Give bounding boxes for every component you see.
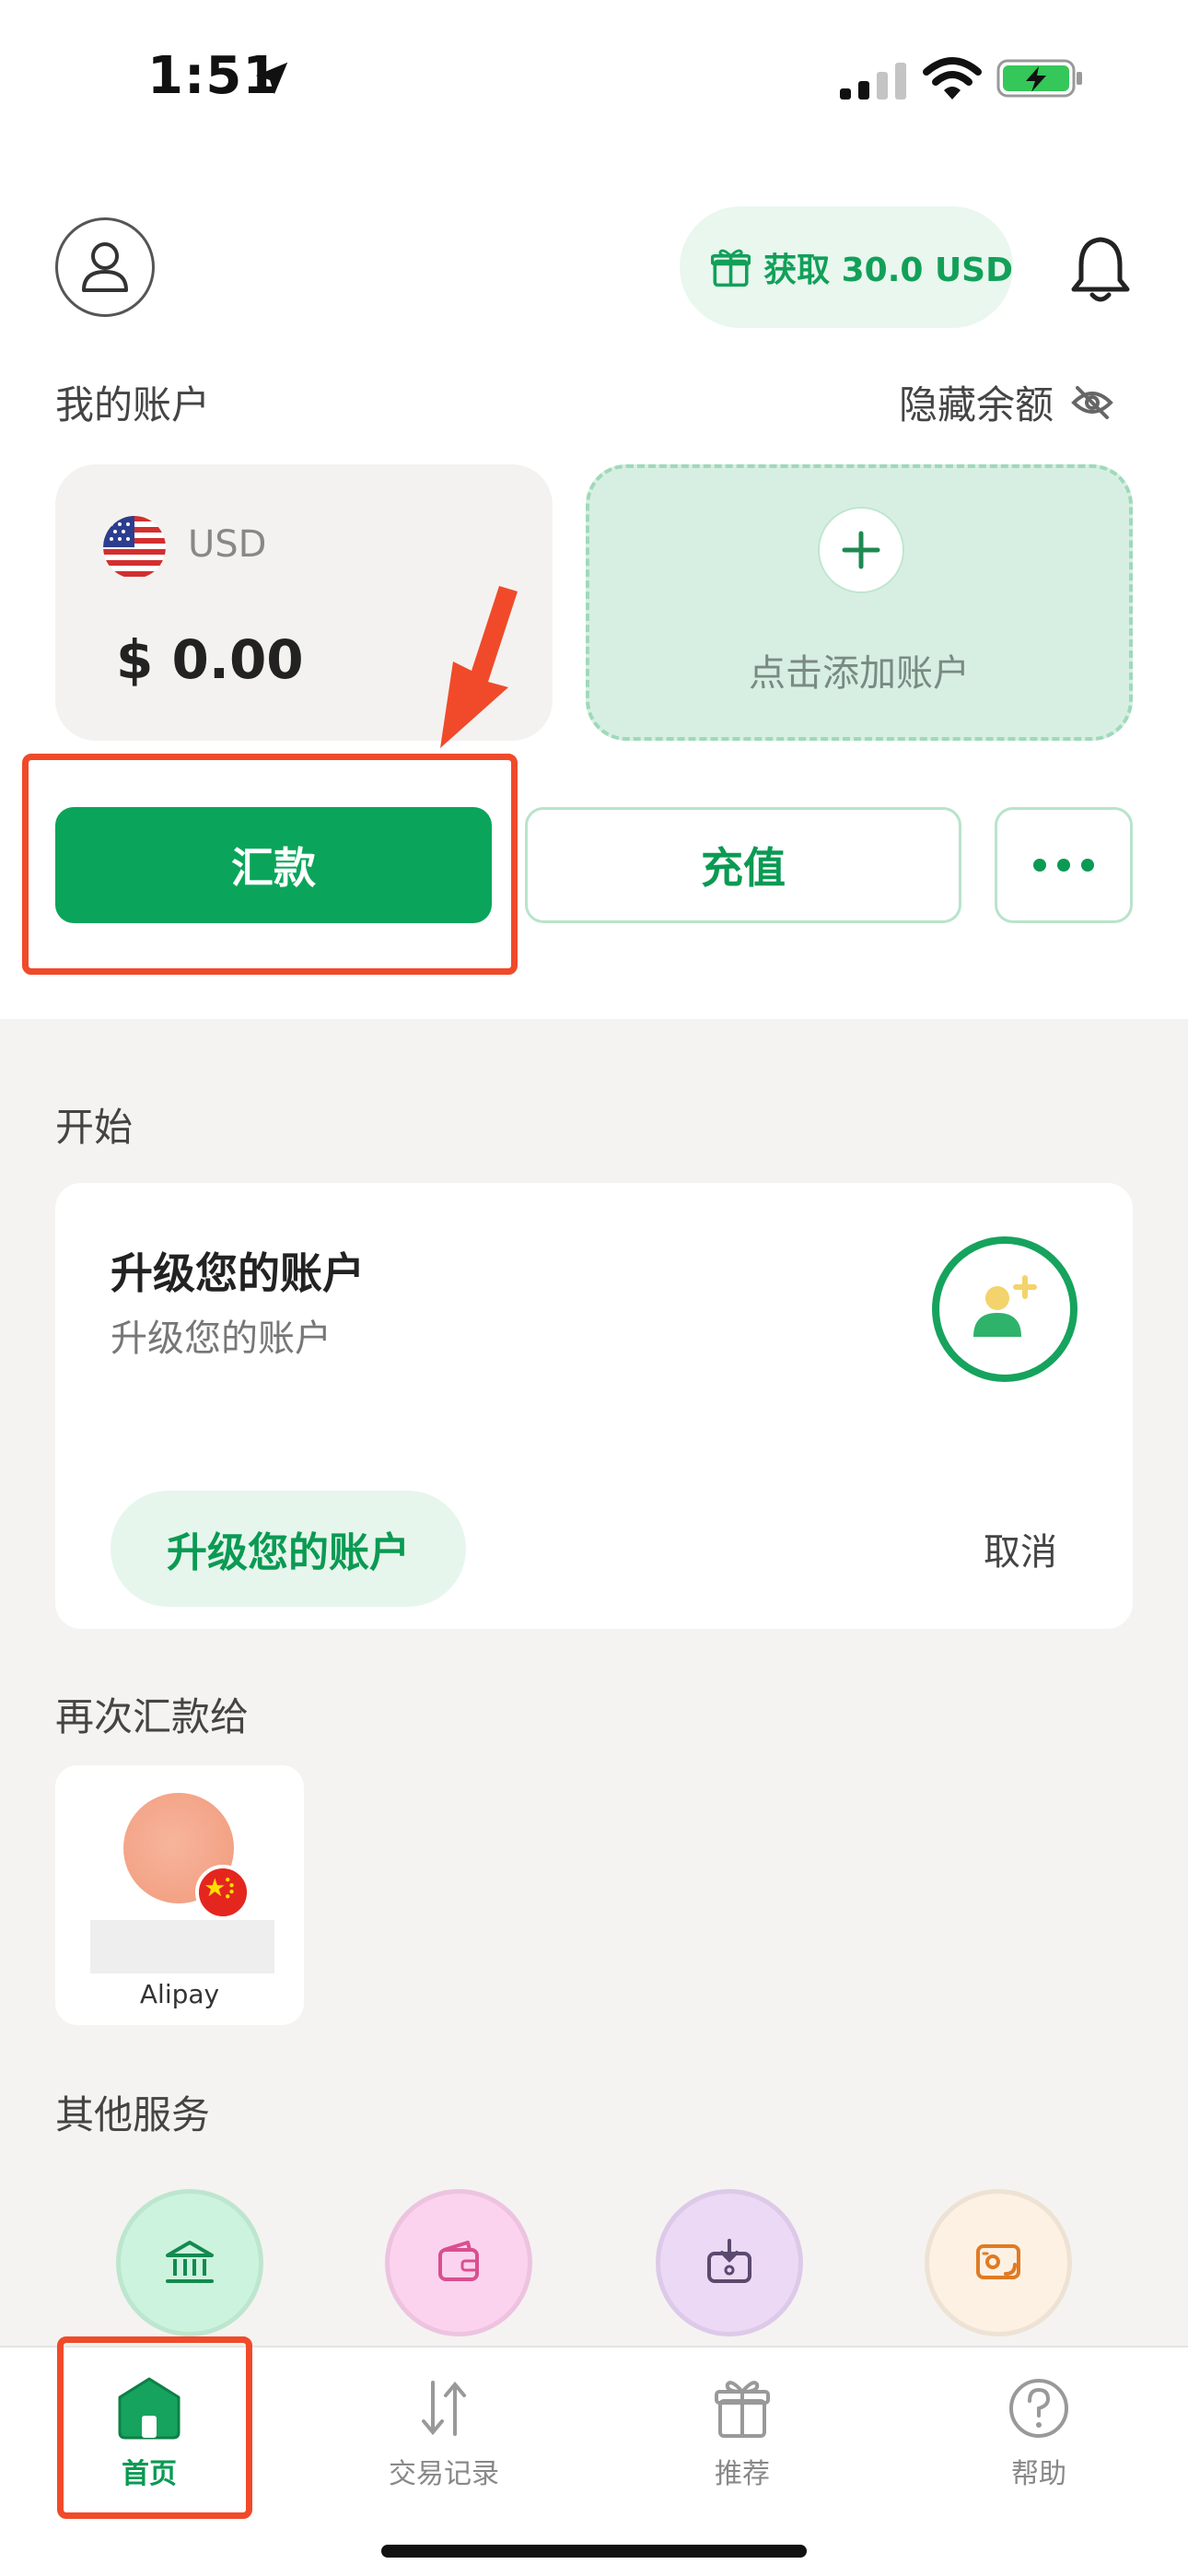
my-account-title: 我的账户: [55, 382, 211, 427]
cellular-signal-icon: [840, 63, 906, 100]
bottom-tab-bar: 首页 交易记录 推荐 帮助: [0, 2336, 1188, 2576]
add-user-icon: [932, 1236, 1077, 1382]
service-wallet[interactable]: [385, 2189, 532, 2336]
reward-button[interactable]: 获取 30.0 USD: [680, 206, 1013, 328]
home-tab-highlight: [57, 2336, 252, 2519]
status-bar: 1:51: [0, 0, 1188, 157]
us-flag-icon: [103, 516, 166, 579]
upgrade-card-subtitle: 升级您的账户: [111, 1317, 332, 1360]
annotation-arrow-icon: [440, 586, 518, 748]
eye-off-icon: [1071, 385, 1113, 419]
contact-name: Alipay: [139, 1979, 220, 2009]
more-options-button[interactable]: [995, 807, 1133, 923]
bell-icon[interactable]: [1068, 234, 1133, 304]
more-dot-icon: [1081, 859, 1094, 872]
recent-contact-card[interactable]: Alipay: [55, 1765, 304, 2025]
reward-label: 获取 30.0 USD: [763, 252, 1013, 289]
more-dot-icon: [1033, 859, 1046, 872]
bank-icon: [166, 2241, 214, 2283]
transfer-arrows-icon: [422, 2381, 466, 2436]
exchange-icon: [976, 2244, 1020, 2279]
service-bank[interactable]: [116, 2189, 263, 2336]
add-account-label: 点击添加账户: [749, 652, 970, 695]
upgrade-card-title: 升级您的账户: [111, 1248, 365, 1298]
contact-name-redacted: [90, 1920, 274, 1973]
upgrade-account-card: 升级您的账户 升级您的账户 升级您的账户 取消: [55, 1183, 1133, 1629]
profile-button[interactable]: [55, 217, 155, 317]
upgrade-account-button[interactable]: 升级您的账户: [111, 1491, 466, 1607]
help-icon: [1009, 2379, 1068, 2438]
wifi-icon: [923, 57, 982, 100]
receive-icon: [707, 2239, 751, 2283]
tab-help[interactable]: 帮助: [947, 2375, 1131, 2504]
service-exchange[interactable]: [925, 2189, 1072, 2336]
china-flag-icon: [195, 1865, 250, 1920]
currency-code: USD: [188, 523, 267, 566]
account-balance: $ 0.00: [116, 628, 304, 691]
top-up-button[interactable]: 充值: [525, 807, 961, 923]
hide-balance-label: 隐藏余额: [899, 382, 1054, 427]
gift-icon: [715, 2381, 770, 2438]
tab-referral[interactable]: 推荐: [650, 2375, 834, 2504]
tab-transactions[interactable]: 交易记录: [352, 2375, 536, 2504]
tab-label-referral: 推荐: [715, 2458, 770, 2490]
cancel-button[interactable]: 取消: [984, 1522, 1057, 1575]
add-account-card[interactable]: 点击添加账户: [586, 464, 1133, 741]
other-services-title: 其他服务: [55, 2092, 211, 2137]
battery-charging-icon: [996, 59, 1082, 98]
home-indicator: [381, 2545, 807, 2558]
tab-label-transactions: 交易记录: [389, 2458, 499, 2490]
tab-label-help: 帮助: [1011, 2458, 1066, 2490]
location-arrow-icon: [255, 62, 288, 95]
getting-started-title: 开始: [55, 1105, 134, 1150]
send-money-button[interactable]: 汇款: [55, 807, 492, 923]
send-again-title: 再次汇款给: [55, 1694, 250, 1739]
user-icon: [82, 242, 128, 292]
hide-balance-toggle[interactable]: 隐藏余额: [899, 374, 1114, 430]
app-screen: 1:51 获取 30.0 USD 我的账户 隐藏余额 USD $ 0.00 点击…: [0, 0, 1188, 2576]
gift-icon: [711, 249, 751, 287]
service-receive[interactable]: [656, 2189, 803, 2336]
plus-icon: [818, 507, 904, 593]
wallet-icon: [438, 2241, 479, 2281]
more-dot-icon: [1057, 859, 1070, 872]
